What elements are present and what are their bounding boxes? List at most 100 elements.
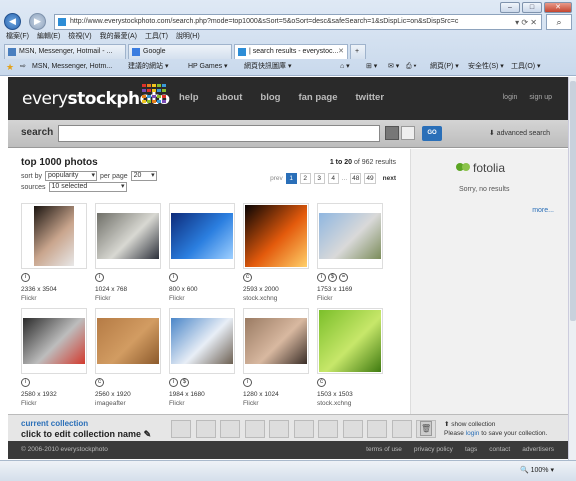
tab-msn[interactable]: MSN, Messenger, Hotmail - ... (4, 44, 126, 59)
feeds-icon[interactable]: ⊞ ▾ (366, 59, 377, 75)
new-tab-button[interactable]: + (350, 44, 366, 59)
photo-source[interactable]: stock.xchng (243, 295, 277, 302)
license-icon[interactable]: = (339, 273, 348, 282)
photo-thumbnail[interactable] (243, 203, 309, 269)
page-4[interactable]: 4 (327, 173, 339, 184)
footer-terms[interactable]: terms of use (366, 441, 402, 459)
photo-source[interactable]: Flickr (317, 295, 333, 302)
trash-icon[interactable]: 🗑 (420, 421, 432, 436)
fav-link-msn[interactable]: MSN, Messenger, Hotm... (32, 59, 112, 75)
photo-source[interactable]: Flickr (21, 400, 37, 407)
collection-slot[interactable] (195, 420, 216, 438)
print-icon[interactable]: ⎙ ▾ (406, 59, 417, 75)
tab-search-results[interactable]: | search results - everystoc... ✕ (234, 44, 348, 59)
show-collection-link[interactable]: ⬆ show collection (444, 420, 547, 429)
menu-help[interactable]: 說明(H) (176, 31, 200, 43)
menu-file[interactable]: 檔案(F) (6, 31, 29, 43)
per-page-select[interactable]: 20 (130, 171, 157, 181)
login-link[interactable]: login (503, 94, 518, 101)
page-48[interactable]: 48 (350, 173, 362, 184)
browser-search-icon[interactable]: ⌕ (546, 14, 572, 30)
collection-slot[interactable] (342, 420, 363, 438)
go-button[interactable]: GO (422, 126, 442, 141)
page-3[interactable]: 3 (313, 173, 325, 184)
nav-help[interactable]: help (179, 92, 199, 103)
footer-contact[interactable]: contact (489, 441, 510, 459)
home-icon[interactable]: ⌂ ▾ (340, 59, 350, 75)
search-input[interactable] (58, 125, 380, 142)
sources-select[interactable]: 10 selected (48, 182, 127, 192)
pager-next[interactable]: next (383, 175, 396, 182)
license-icon[interactable]: c (243, 273, 252, 282)
photo-thumbnail[interactable] (317, 308, 383, 374)
menu-tools[interactable]: 工具(T) (145, 31, 168, 43)
address-tools[interactable]: ▾ ⟳ ✕ (512, 16, 537, 29)
collection-login-link[interactable]: login (466, 430, 480, 437)
maximize-button[interactable]: □ (522, 2, 542, 13)
collection-slot[interactable] (171, 420, 191, 438)
close-window-button[interactable]: ✕ (544, 2, 572, 13)
scrollbar-thumb[interactable] (570, 81, 576, 321)
page-scrollbar[interactable] (568, 77, 576, 460)
license-icon[interactable]: c (95, 378, 104, 387)
mail-icon[interactable]: ✉ ▾ (388, 59, 399, 75)
forward-icon[interactable]: ▶ (29, 13, 46, 30)
page-2[interactable]: 2 (299, 173, 311, 184)
menu-favorites[interactable]: 我的最愛(A) (100, 31, 137, 43)
photo-source[interactable]: stock.xchng (317, 400, 351, 407)
license-icon[interactable]: i (95, 273, 104, 282)
license-icon[interactable]: i (169, 378, 178, 387)
license-icon[interactable]: i (243, 378, 252, 387)
photo-source[interactable]: Flickr (243, 400, 259, 407)
fav-link-web-slices[interactable]: 網頁快訊圖庫 ▾ (244, 59, 291, 75)
grid-view-icon[interactable] (385, 126, 399, 140)
license-icon[interactable]: c (317, 378, 326, 387)
menu-edit[interactable]: 編輯(E) (37, 31, 60, 43)
address-bar[interactable]: http://www.everystockphoto.com/search.ph… (54, 14, 542, 30)
collection-slot[interactable] (391, 420, 412, 438)
photo-thumbnail[interactable] (169, 203, 235, 269)
photo-source[interactable]: Flickr (169, 400, 185, 407)
collection-slot[interactable] (269, 420, 289, 438)
license-icon[interactable]: $ (180, 378, 189, 387)
list-view-icon[interactable] (401, 126, 415, 140)
license-icon[interactable]: i (21, 273, 30, 282)
page-1[interactable]: 1 (285, 173, 297, 184)
sort-select[interactable]: popularity (45, 171, 98, 181)
collection-slot[interactable] (367, 420, 387, 438)
photo-source[interactable]: Flickr (21, 295, 37, 302)
back-icon[interactable]: ◀ (4, 13, 21, 30)
photo-thumbnail[interactable] (21, 203, 87, 269)
collection-slot[interactable] (293, 420, 314, 438)
license-icon[interactable]: i (21, 378, 30, 387)
footer-privacy[interactable]: privacy policy (414, 441, 453, 459)
collection-slot[interactable] (220, 420, 240, 438)
collection-title[interactable]: current collection (21, 419, 88, 428)
photo-source[interactable]: Flickr (169, 295, 185, 302)
tab-google[interactable]: Google (128, 44, 232, 59)
license-icon[interactable]: $ (328, 273, 337, 282)
photo-thumbnail[interactable] (21, 308, 87, 374)
nav-about[interactable]: about (217, 92, 243, 103)
fav-add-icon[interactable]: ⇨ (20, 59, 26, 75)
fotolia-brand[interactable]: fotolia (473, 161, 505, 175)
footer-advertisers[interactable]: advertisers (522, 441, 554, 459)
menu-view[interactable]: 檢視(V) (68, 31, 91, 43)
collection-slot[interactable] (318, 420, 338, 438)
photo-thumbnail[interactable] (95, 308, 161, 374)
photo-thumbnail[interactable] (95, 203, 161, 269)
cmd-tools[interactable]: 工具(O) ▾ (511, 59, 541, 75)
nav-twitter[interactable]: twitter (356, 92, 385, 103)
cmd-safety[interactable]: 安全性(S) ▾ (468, 59, 504, 75)
tab-close-icon[interactable]: ✕ (338, 45, 344, 59)
license-icon[interactable]: i (317, 273, 326, 282)
advanced-search-link[interactable]: ⬇ advanced search (489, 129, 550, 137)
minimize-button[interactable]: – (500, 2, 520, 13)
photo-thumbnail[interactable] (169, 308, 235, 374)
fav-link-hp-games[interactable]: HP Games ▾ (188, 59, 228, 75)
zoom-level[interactable]: 🔍 100% ▾ (520, 466, 554, 474)
photo-source[interactable]: imageafter (95, 400, 126, 407)
photo-thumbnail[interactable] (317, 203, 383, 269)
photo-source[interactable]: Flickr (95, 295, 111, 302)
sidebar-more-link[interactable]: more... (532, 207, 554, 214)
